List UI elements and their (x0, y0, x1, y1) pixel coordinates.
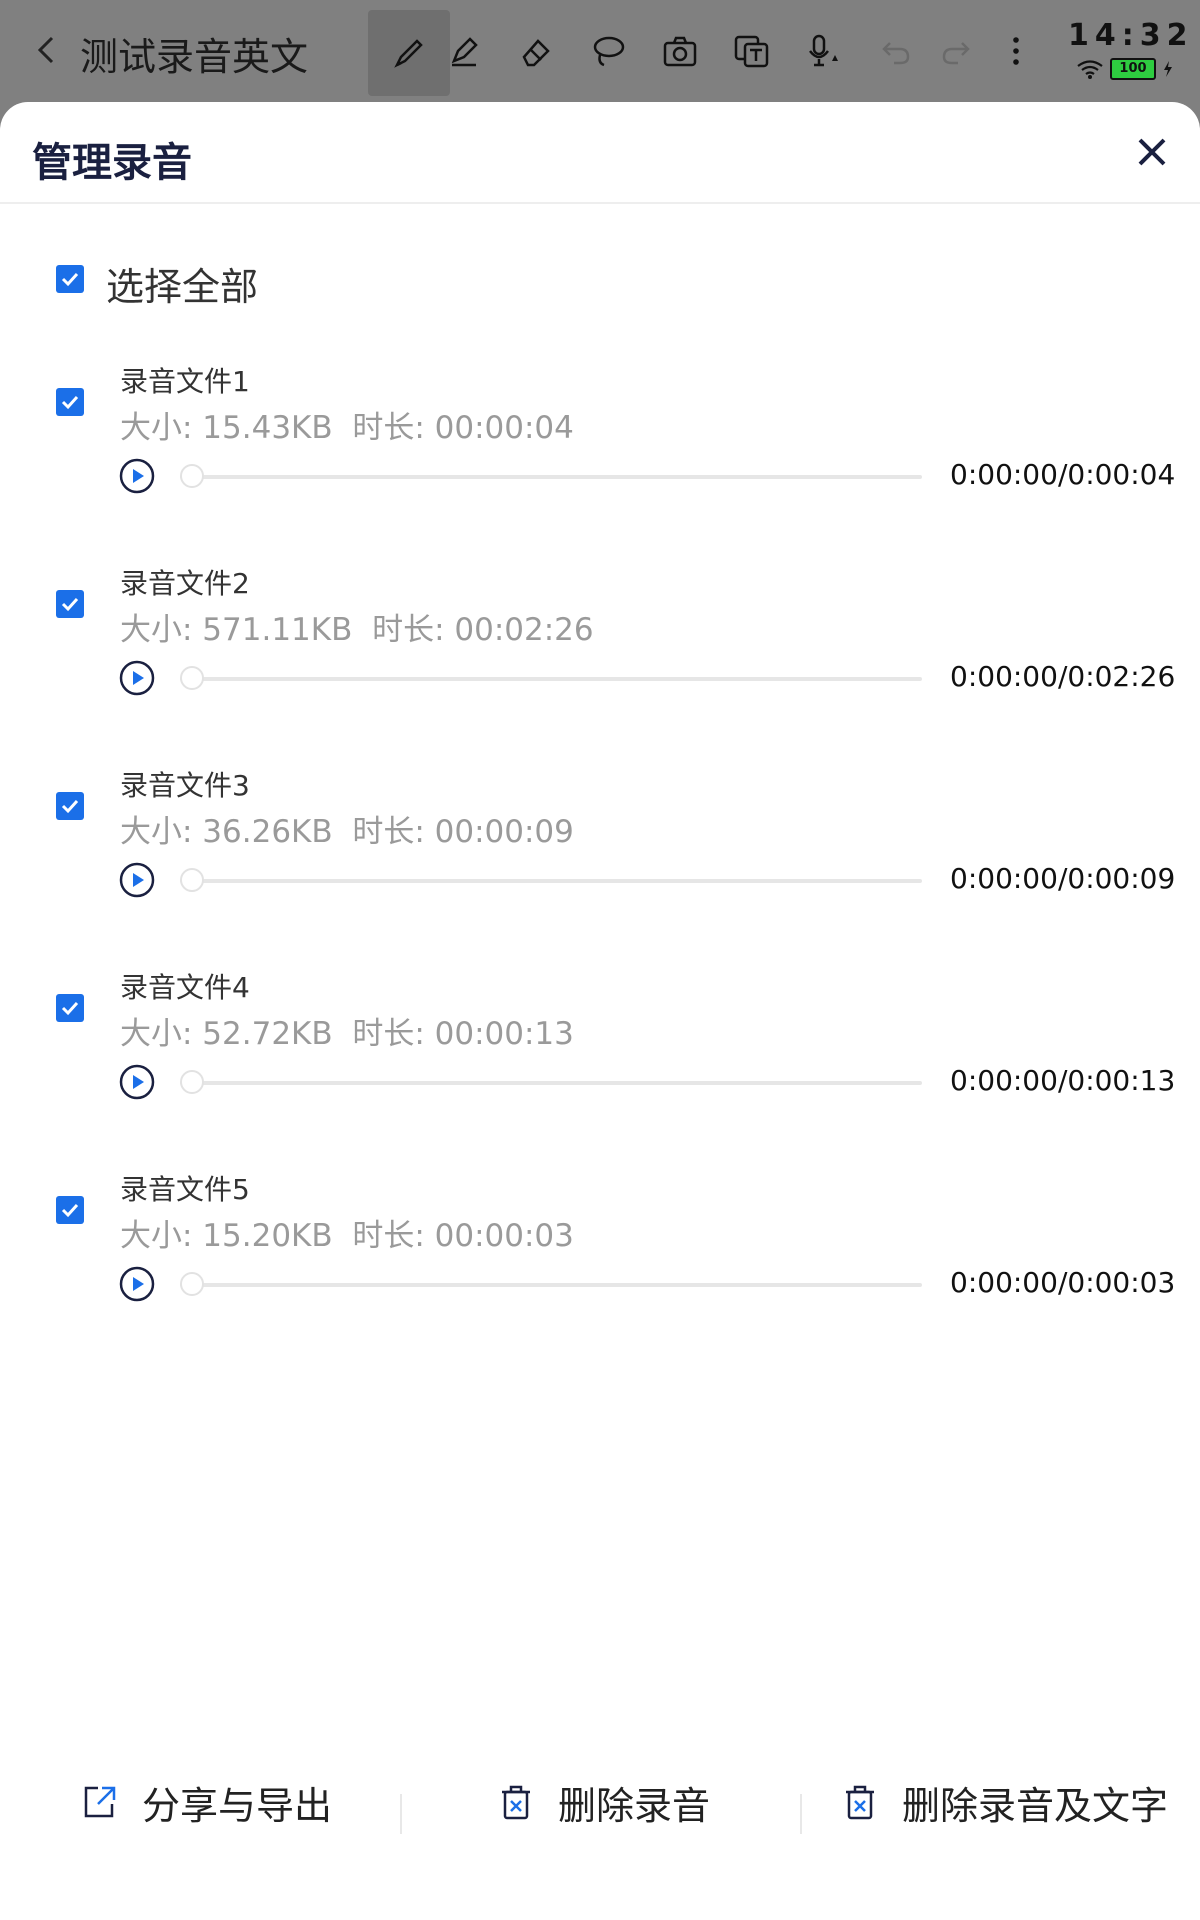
play-icon[interactable] (119, 1064, 155, 1100)
status-icons: 100 (1076, 58, 1174, 80)
recording-name: 录音文件5 (120, 1173, 250, 1206)
playback-slider-track[interactable] (180, 677, 922, 681)
delete-recording-text-button[interactable]: 删除录音及文字 (840, 1752, 1168, 1852)
lasso-tool-button[interactable] (584, 27, 632, 75)
close-icon[interactable] (1130, 130, 1174, 174)
delete-recording-button[interactable]: 删除录音 (496, 1752, 710, 1852)
share-export-label: 分享与导出 (142, 1783, 333, 1828)
delete-recording-text-label: 删除录音及文字 (902, 1783, 1169, 1828)
play-icon[interactable] (119, 458, 155, 494)
undo-button[interactable] (872, 27, 920, 75)
text-recognize-icon (734, 35, 769, 68)
top-app-bar: 测试录音英文 14:32 100 (0, 0, 1200, 102)
playback-slider-track[interactable] (180, 1283, 922, 1287)
play-icon[interactable] (119, 660, 155, 696)
recording-item: 录音文件4 大小: 52.72KB 时长: 00:00:13 0:00:00/0… (0, 966, 1200, 1166)
sheet-header: 管理录音 (0, 102, 1200, 204)
playback-slider-thumb[interactable] (180, 1070, 204, 1094)
playback-slider-thumb[interactable] (180, 1272, 204, 1296)
more-icon (1013, 37, 1019, 65)
delete-recording-label: 删除录音 (558, 1783, 711, 1828)
playback-time: 0:00:00/0:00:04 (950, 458, 1176, 491)
camera-icon (663, 36, 697, 67)
highlighter-tool-button[interactable] (440, 27, 488, 75)
recording-checkbox[interactable] (56, 388, 84, 416)
redo-button[interactable] (932, 27, 980, 75)
checkmark-icon (61, 1001, 79, 1016)
recording-name: 录音文件2 (120, 567, 250, 600)
recording-name: 录音文件3 (120, 769, 250, 802)
eraser-tool-button[interactable] (512, 27, 560, 75)
playback-slider-track[interactable] (180, 1081, 922, 1085)
highlighter-icon (451, 37, 478, 67)
recording-item: 录音文件1 大小: 15.43KB 时长: 00:00:04 0:00:00/0… (0, 360, 1200, 560)
recording-item: 录音文件5 大小: 15.20KB 时长: 00:00:03 0:00:00/0… (0, 1168, 1200, 1368)
recording-name: 录音文件1 (120, 365, 250, 398)
more-options-button[interactable] (992, 27, 1040, 75)
checkmark-icon (61, 597, 79, 612)
playback-slider-thumb[interactable] (180, 464, 204, 488)
redo-icon (942, 42, 970, 65)
recording-name: 录音文件4 (120, 971, 250, 1004)
charging-icon (1164, 61, 1172, 77)
recording-meta: 大小: 571.11KB 时长: 00:02:26 (120, 612, 594, 648)
playback-slider-thumb[interactable] (180, 666, 204, 690)
checkmark-icon (61, 1203, 79, 1218)
eraser-icon (522, 39, 550, 67)
play-icon[interactable] (119, 1266, 155, 1302)
recording-checkbox[interactable] (56, 590, 84, 618)
status-clock: 14:32 (1068, 18, 1194, 53)
playback-slider-track[interactable] (180, 475, 922, 479)
divider (800, 1794, 802, 1834)
pen-icon (394, 39, 423, 68)
wifi-icon (1077, 60, 1103, 79)
recording-checkbox[interactable] (56, 994, 84, 1022)
recording-item: 录音文件2 大小: 571.11KB 时长: 00:02:26 0:00:00/… (0, 562, 1200, 762)
document-title: 测试录音英文 (80, 35, 309, 79)
mic-record-icon (809, 34, 838, 67)
playback-slider-track[interactable] (180, 879, 922, 883)
share-export-button[interactable]: 分享与导出 (80, 1752, 332, 1852)
lasso-icon (593, 36, 625, 67)
text-recognize-button[interactable] (728, 27, 776, 75)
recording-item: 录音文件3 大小: 36.26KB 时长: 00:00:09 0:00:00/0… (0, 764, 1200, 964)
recording-meta: 大小: 15.20KB 时长: 00:00:03 (120, 1218, 574, 1254)
checkmark-icon (61, 799, 79, 814)
checkmark-icon (61, 272, 79, 287)
trash-icon (846, 1785, 874, 1820)
back-arrow-icon[interactable] (26, 30, 66, 70)
recording-checkbox[interactable] (56, 1196, 84, 1224)
playback-time: 0:00:00/0:00:03 (950, 1266, 1176, 1299)
select-all-checkbox[interactable] (56, 265, 84, 293)
battery-indicator: 100 (1110, 58, 1156, 80)
trash-icon (502, 1785, 530, 1820)
recording-checkbox[interactable] (56, 792, 84, 820)
playback-time: 0:00:00/0:00:09 (950, 862, 1176, 895)
play-icon[interactable] (119, 862, 155, 898)
recording-meta: 大小: 36.26KB 时长: 00:00:09 (120, 814, 574, 850)
mic-record-button[interactable] (800, 27, 848, 75)
camera-tool-button[interactable] (656, 27, 704, 75)
bottom-action-bar: 分享与导出 删除录音 删除录音及文字 (0, 1752, 1200, 1852)
recording-meta: 大小: 52.72KB 时长: 00:00:13 (120, 1016, 574, 1052)
pen-tool-button[interactable] (368, 10, 450, 96)
playback-time: 0:00:00/0:02:26 (950, 660, 1176, 693)
undo-icon (882, 42, 910, 65)
recording-meta: 大小: 15.43KB 时长: 00:00:04 (120, 410, 574, 446)
playback-time: 0:00:00/0:00:13 (950, 1064, 1176, 1097)
sheet-title: 管理录音 (32, 140, 192, 186)
divider (400, 1794, 402, 1834)
checkmark-icon (61, 395, 79, 410)
playback-slider-thumb[interactable] (180, 868, 204, 892)
manage-recordings-sheet: 管理录音 选择全部 录音文件1 大小: 15.43KB 时长: 00:00:04… (0, 102, 1200, 1920)
select-all-label[interactable]: 选择全部 (106, 256, 258, 311)
share-export-icon (84, 1786, 116, 1818)
